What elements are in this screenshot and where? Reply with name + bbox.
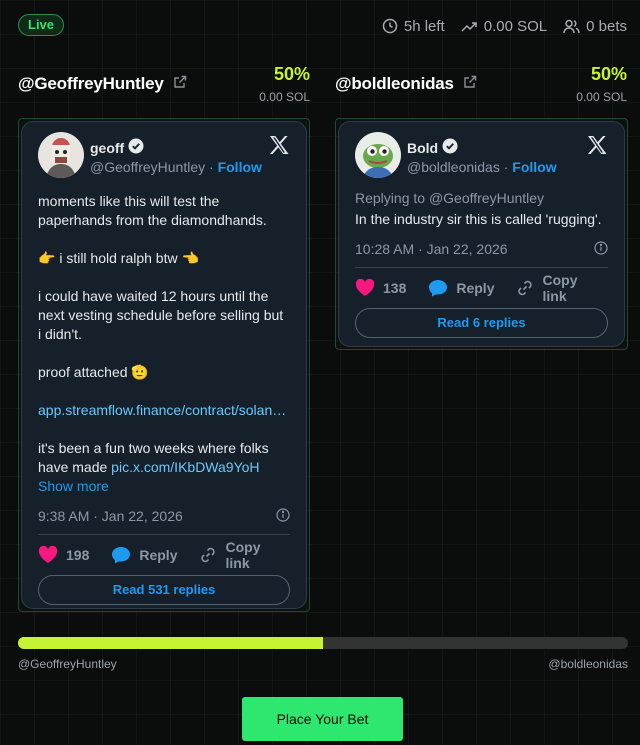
live-badge: Live [18,14,65,36]
top-bar: Live 5h left 0.00 SOL 0 bets [0,0,640,50]
show-more-link[interactable]: Show more [38,478,109,494]
tweet-paragraph: i could have waited 12 hours until the n… [38,288,284,342]
tweet-paragraph: moments like this will test the paperhan… [38,193,267,228]
reply-label: Reply [139,547,178,563]
reply-button[interactable]: Reply [428,279,494,297]
tweet-time-row: 10:28 AM · Jan 22, 2026 [355,237,608,261]
progress-label-right: @boldleonidas [548,657,628,671]
like-button[interactable]: 138 [355,279,406,297]
time-left-text: 5h left [403,17,445,35]
follow-button[interactable]: Follow [218,159,262,175]
volume-stat: 0.00 SOL [461,16,547,36]
side-sol-left: 0.00 SOL [259,90,310,104]
progress-label-left: @GeoffreyHuntley [18,657,117,671]
avatar[interactable] [355,132,401,178]
side-sol-right: 0.00 SOL [576,90,627,104]
tweet-author-handle: @boldleonidas · Follow [407,159,557,175]
x-logo-icon[interactable] [586,134,608,156]
tweet-author-handle: @GeoffreyHuntley · Follow [90,159,262,175]
tweet-author-name[interactable]: Bold [407,138,458,157]
verified-badge-icon [128,138,144,157]
reply-label: Reply [456,280,495,296]
like-count: 138 [383,280,407,296]
info-icon[interactable] [276,507,290,525]
copy-link-button[interactable]: Copy link [199,539,268,571]
bets-stat: 0 bets [563,16,627,36]
side-handle-link-left[interactable]: @GeoffreyHuntley [18,74,187,94]
tweet-text: In the industry sir this is called 'rugg… [355,211,602,227]
author-handle-text[interactable]: @GeoffreyHuntley [90,159,205,175]
replying-to-prefix: Replying to [355,190,429,206]
tweet-actions: 198 Reply Copy link [38,535,290,575]
like-button[interactable]: 198 [38,546,89,564]
media-link[interactable]: pic.x.com/IKbDWa9YoH [111,459,259,475]
odds-progress-bar [18,637,628,649]
external-link-icon[interactable] [463,75,477,94]
author-handle-text[interactable]: @boldleonidas [407,159,500,175]
tweet-paragraph: 👉 i still hold ralph btw 👈 [38,250,199,266]
tweet-card[interactable]: geoff @GeoffreyHuntley · Follow moments … [21,121,307,609]
side-percent-left: 50% [273,64,310,84]
tweet-text: moments like this will test the paperhan… [38,192,290,496]
volume-text: 0.00 SOL [483,17,548,35]
heart-icon [38,546,58,564]
side-percent-right: 50% [590,64,627,84]
tweet-paragraph-final: it's been a fun two weeks where folks ha… [38,439,290,496]
tweet-timestamp[interactable]: 9:38 AM · Jan 22, 2026 [38,508,183,524]
verified-badge-icon [442,138,458,157]
link-icon [516,279,534,297]
side-handle-left[interactable]: @GeoffreyHuntley [18,74,164,94]
time-left-stat: 5h left [382,16,445,36]
tweet-author-name[interactable]: geoff [90,138,144,157]
replying-to-line: Replying to @GeoffreyHuntley [355,190,608,206]
copy-link-button[interactable]: Copy link [516,272,586,304]
tweet-header: Bold @boldleonidas · Follow [355,132,608,184]
place-bet-button[interactable]: Place Your Bet [242,697,403,741]
clock-icon [382,18,398,34]
side-handle-link-right[interactable]: @boldleonidas [335,74,477,94]
avatar[interactable] [38,132,84,178]
author-name-text[interactable]: geoff [90,140,124,156]
x-logo-icon[interactable] [268,134,290,156]
side-header-right: @boldleonidas 50% 0.00 SOL [335,62,627,106]
odds-progress-fill [18,637,323,649]
link-icon [199,546,217,564]
reply-bubble-icon [111,546,131,564]
follow-button[interactable]: Follow [512,159,556,175]
author-name-text[interactable]: Bold [407,140,438,156]
separator-dot: · [209,159,214,175]
like-count: 198 [66,547,90,563]
read-replies-button[interactable]: Read 531 replies [38,575,290,605]
reply-button[interactable]: Reply [111,546,177,564]
users-icon [563,19,580,34]
side-handle-right[interactable]: @boldleonidas [335,74,454,94]
tweet-embed-left: geoff @GeoffreyHuntley · Follow moments … [18,118,310,612]
heart-icon [355,279,375,297]
copy-link-label: Copy link [225,539,261,571]
copy-link-label: Copy link [542,272,578,304]
separator-dot: · [503,159,509,175]
replying-to-handle[interactable]: @GeoffreyHuntley [429,190,544,206]
external-link-icon[interactable] [173,75,187,94]
read-replies-button[interactable]: Read 6 replies [355,308,608,338]
trending-up-icon [461,19,478,33]
side-header-left: @GeoffreyHuntley 50% 0.00 SOL [18,62,310,106]
tweet-actions: 138 Reply Copy link [355,268,608,308]
reply-bubble-icon [428,279,448,297]
info-icon[interactable] [594,240,608,258]
tweet-paragraph: proof attached 🫡 [38,364,149,380]
bets-text: 0 bets [586,17,627,35]
tweet-embed-right: Bold @boldleonidas · Follow Replying to … [335,118,628,350]
tweet-card[interactable]: Bold @boldleonidas · Follow Replying to … [338,121,625,347]
market-stats: 5h left 0.00 SOL 0 bets [382,16,627,36]
tweet-time-row: 9:38 AM · Jan 22, 2026 [38,504,290,528]
tweet-header: geoff @GeoffreyHuntley · Follow [38,132,290,192]
tweet-timestamp[interactable]: 10:28 AM · Jan 22, 2026 [355,241,508,257]
tweet-link[interactable]: app.streamflow.finance/contract/solan… [38,402,286,418]
